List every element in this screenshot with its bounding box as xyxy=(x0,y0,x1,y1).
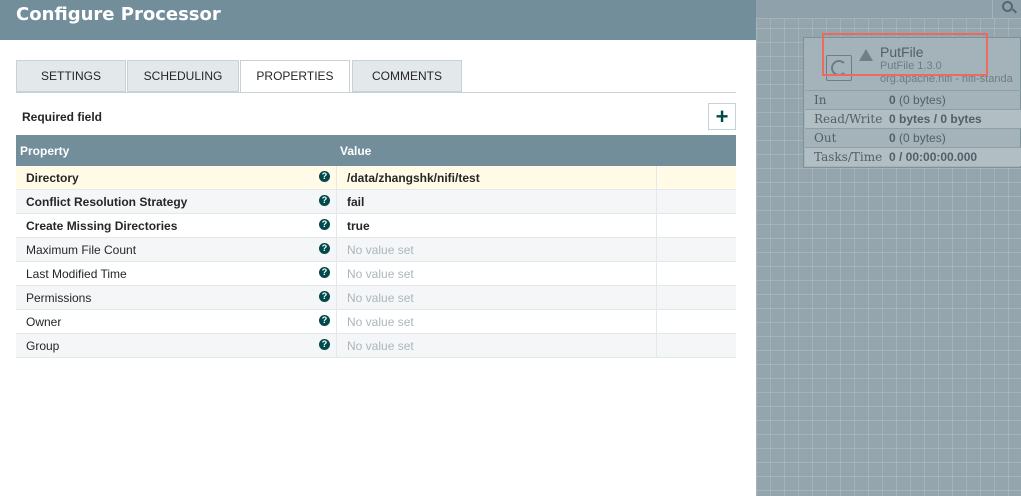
property-value[interactable]: /data/zhangshk/nifi/test xyxy=(347,171,480,185)
column-divider xyxy=(336,166,337,190)
property-value[interactable]: No value set xyxy=(347,339,414,353)
property-row-permissions[interactable]: Permissions ? No value set xyxy=(16,286,736,310)
stat-row-in: In 0 (0 bytes) xyxy=(805,90,1021,109)
annotation-highlight-box xyxy=(822,33,988,76)
property-name: Conflict Resolution Strategy xyxy=(26,195,188,209)
stat-row-read-write: Read/Write 0 bytes / 0 bytes xyxy=(805,109,1021,128)
help-icon[interactable]: ? xyxy=(319,195,330,206)
canvas-toolbar xyxy=(756,0,1021,19)
help-icon[interactable]: ? xyxy=(319,219,330,230)
property-row-last-modified-time[interactable]: Last Modified Time ? No value set xyxy=(16,262,736,286)
stat-label: Tasks/Time xyxy=(814,150,883,164)
column-divider xyxy=(656,310,657,334)
column-divider xyxy=(336,214,337,238)
property-row-conflict-resolution-strategy[interactable]: Conflict Resolution Strategy ? fail xyxy=(16,190,736,214)
property-value[interactable]: No value set xyxy=(347,315,414,329)
property-name: Create Missing Directories xyxy=(26,219,178,233)
stat-value: 0 (0 bytes) xyxy=(889,93,946,107)
stat-label: Read/Write xyxy=(814,112,883,126)
dialog-header: Configure Processor xyxy=(0,0,756,40)
column-divider xyxy=(336,310,337,334)
property-row-maximum-file-count[interactable]: Maximum File Count ? No value set xyxy=(16,238,736,262)
column-header-value: Value xyxy=(340,144,372,158)
property-name: Last Modified Time xyxy=(26,267,127,281)
property-value[interactable]: No value set xyxy=(347,291,414,305)
search-icon[interactable] xyxy=(992,0,1020,18)
help-icon[interactable]: ? xyxy=(319,267,330,278)
property-value[interactable]: No value set xyxy=(347,267,414,281)
property-row-create-missing-directories[interactable]: Create Missing Directories ? true xyxy=(16,214,736,238)
dialog-title: Configure Processor xyxy=(16,4,221,25)
required-field-label: Required field xyxy=(22,110,103,124)
property-row-group[interactable]: Group ? No value set xyxy=(16,334,736,358)
stat-value: 0 bytes / 0 bytes xyxy=(889,112,982,126)
property-name: Permissions xyxy=(26,291,92,305)
tab-settings[interactable]: SETTINGS xyxy=(16,60,126,92)
stat-label: Out xyxy=(814,131,837,145)
stat-row-out: Out 0 (0 bytes) xyxy=(805,128,1021,147)
property-name: Group xyxy=(26,339,60,353)
column-header-property: Property xyxy=(20,144,70,158)
column-divider xyxy=(656,334,657,358)
column-divider xyxy=(336,286,337,310)
property-value[interactable]: true xyxy=(347,219,370,233)
column-divider xyxy=(336,190,337,214)
property-row-owner[interactable]: Owner ? No value set xyxy=(16,310,736,334)
help-icon[interactable]: ? xyxy=(319,315,330,326)
stat-row-tasks-time: Tasks/Time 0 / 00:00:00.000 xyxy=(805,147,1021,166)
help-icon[interactable]: ? xyxy=(319,339,330,350)
tab-scheduling[interactable]: SCHEDULING xyxy=(127,60,239,92)
stat-value: 0 / 00:00:00.000 xyxy=(889,150,978,164)
column-divider xyxy=(336,262,337,286)
property-name: Directory xyxy=(26,171,79,185)
tab-divider xyxy=(16,92,736,93)
help-icon[interactable]: ? xyxy=(319,171,330,182)
add-property-button[interactable]: + xyxy=(708,103,736,130)
stat-label: In xyxy=(814,93,827,107)
property-name: Maximum File Count xyxy=(26,243,137,257)
column-divider xyxy=(336,334,337,358)
column-divider xyxy=(336,238,337,262)
configure-processor-dialog: Configure Processor SETTINGS SCHEDULING … xyxy=(0,0,756,496)
column-divider xyxy=(656,238,657,262)
stat-value: 0 (0 bytes) xyxy=(889,131,946,145)
tab-properties[interactable]: PROPERTIES xyxy=(240,60,350,93)
column-divider xyxy=(656,190,657,214)
column-divider xyxy=(656,166,657,190)
column-divider xyxy=(656,286,657,310)
property-row-directory[interactable]: Directory ? /data/zhangshk/nifi/test xyxy=(16,166,736,190)
property-value[interactable]: fail xyxy=(347,195,364,209)
column-divider xyxy=(656,214,657,238)
property-name: Owner xyxy=(26,315,62,329)
tab-comments[interactable]: COMMENTS xyxy=(352,60,462,92)
help-icon[interactable]: ? xyxy=(319,291,330,302)
column-divider xyxy=(656,262,657,286)
properties-grid-header: Property Value xyxy=(16,135,736,166)
help-icon[interactable]: ? xyxy=(319,243,330,254)
property-value[interactable]: No value set xyxy=(347,243,414,257)
